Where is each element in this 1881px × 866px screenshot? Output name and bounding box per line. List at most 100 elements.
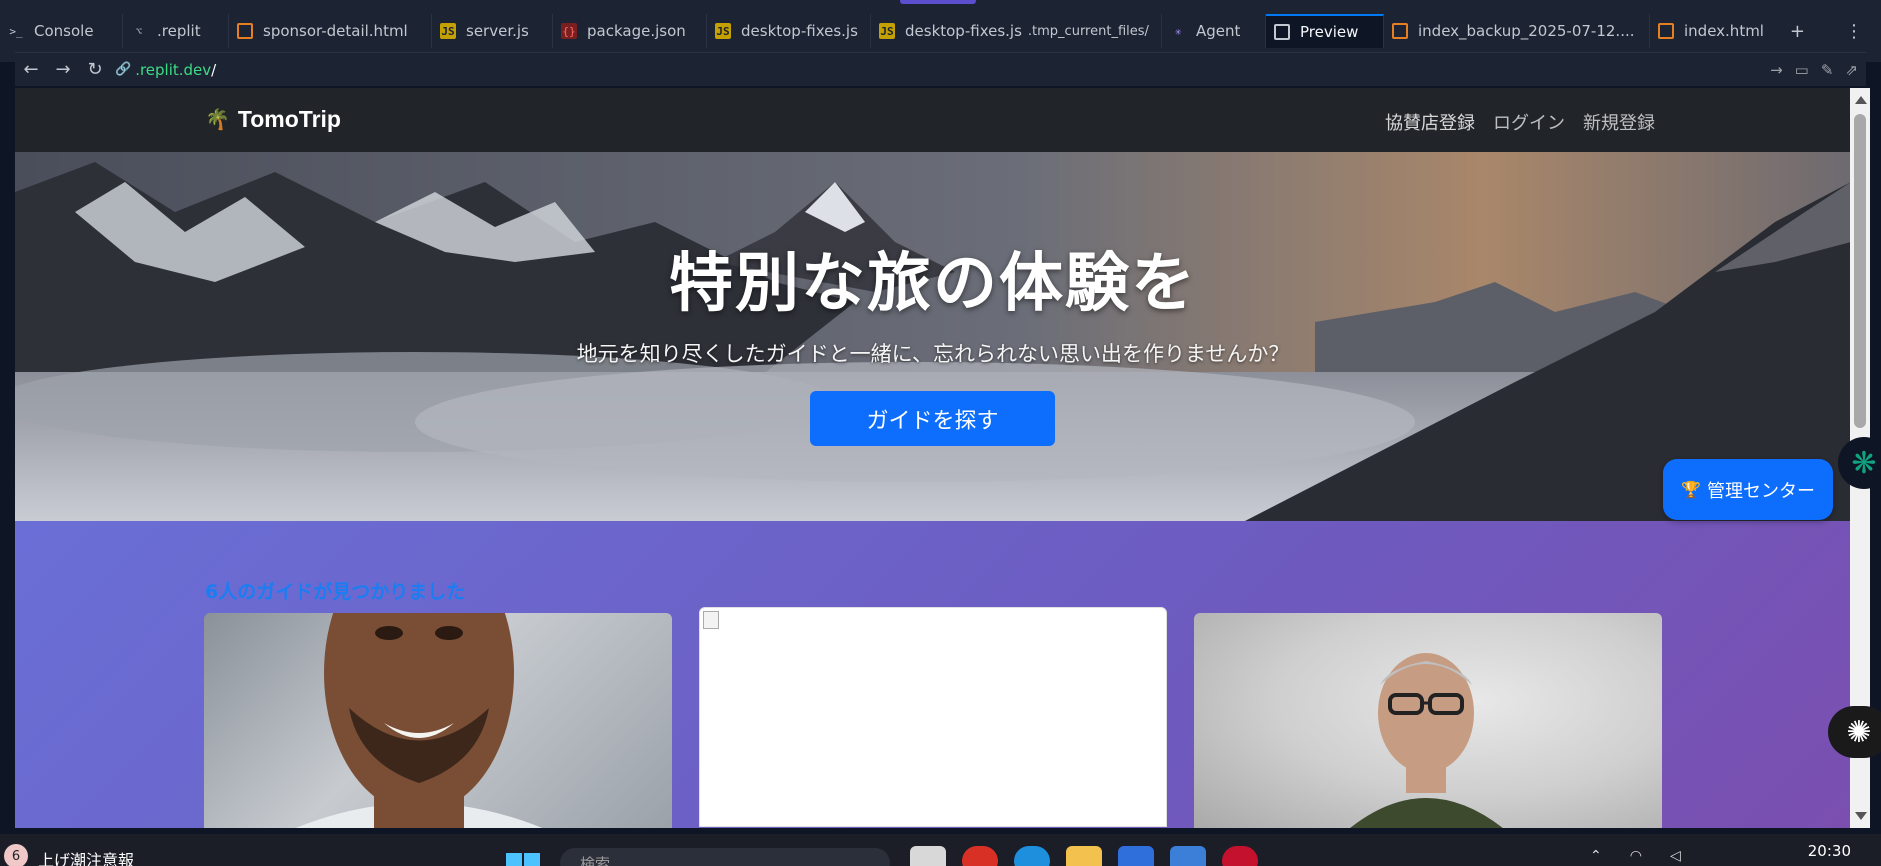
- config-icon: ⌥: [135, 24, 143, 38]
- go-arrow-icon[interactable]: →: [1770, 61, 1783, 79]
- wifi-icon[interactable]: ◠: [1630, 848, 1642, 864]
- tab-package-json[interactable]: {} package.json: [553, 14, 707, 48]
- open-external-icon[interactable]: ⇗: [1845, 61, 1858, 79]
- js-file-icon: JS: [879, 23, 895, 39]
- file-explorer-icon[interactable]: [1066, 846, 1102, 866]
- active-indicator: [900, 0, 976, 4]
- hero-section: 特別な旅の体験を 地元を知り尽くしたガイドと一緒に、忘れられない思い出を作りませ…: [15, 152, 1851, 521]
- tab-label: Console: [34, 22, 94, 40]
- reload-button[interactable]: ↻: [79, 54, 111, 86]
- tab-index-backup[interactable]: index_backup_2025-07-12....: [1384, 14, 1650, 48]
- scroll-down-arrow[interactable]: [1855, 812, 1867, 820]
- devtools-icon[interactable]: ✎: [1821, 61, 1834, 79]
- nav-link-sponsor-register[interactable]: 協賛店登録: [1385, 109, 1475, 135]
- app-icon[interactable]: [1170, 846, 1206, 866]
- trophy-icon: 🏆: [1681, 480, 1701, 499]
- html-file-icon: [237, 23, 253, 39]
- chatgpt-icon[interactable]: ❋: [1838, 437, 1881, 489]
- tab-label: package.json: [587, 22, 686, 40]
- find-guide-button[interactable]: ガイドを探す: [810, 391, 1055, 446]
- windows-start-icon[interactable]: [505, 852, 541, 866]
- broken-image-icon: [703, 611, 719, 629]
- agent-icon: ✳: [1174, 24, 1182, 38]
- os-taskbar: 6 上げ潮注意報 検索 ⌃ ◠ ◁ 20:30: [0, 834, 1881, 866]
- device-icon[interactable]: ▭: [1795, 61, 1809, 79]
- results-count-heading: 6人のガイドが見つかりました: [205, 581, 466, 603]
- tab-label: server.js: [466, 22, 529, 40]
- edge-icon[interactable]: [1014, 846, 1050, 866]
- tab-label: index_backup_2025-07-12....: [1418, 22, 1635, 40]
- tab-desktop-fixes[interactable]: JS desktop-fixes.js: [707, 14, 871, 48]
- tab-sublabel: .tmp_current_files/: [1027, 23, 1149, 39]
- taskbar-search-input[interactable]: 検索: [560, 848, 890, 866]
- console-icon: >_: [9, 24, 23, 38]
- pinterest-icon[interactable]: [1222, 846, 1258, 866]
- more-menu-button[interactable]: ⋮: [1845, 21, 1863, 42]
- taskbar-apps: [910, 846, 1258, 866]
- nav-link-signup[interactable]: 新規登録: [1583, 109, 1655, 135]
- url-field[interactable]: 🔗 .replit.dev /: [115, 61, 216, 79]
- hero-title: 特別な旅の体験を: [669, 247, 1197, 321]
- guide-card[interactable]: [204, 613, 672, 828]
- volume-icon[interactable]: ◁: [1670, 848, 1681, 864]
- guide-photo: [1350, 653, 1503, 828]
- tab-label: desktop-fixes.js: [905, 22, 1022, 40]
- hero-subtitle: 地元を知り尽くしたガイドと一緒に、忘れられない思い出を作りませんか？: [576, 342, 1290, 366]
- tab-desktop-fixes-tmp[interactable]: JS desktop-fixes.js .tmp_current_files/: [871, 14, 1162, 48]
- preview-viewport: 🌴 TomoTrip 協賛店登録 ログイン 新規登録 特別な旅の体験を 地元を知…: [15, 88, 1851, 828]
- admin-center-button[interactable]: 🏆 管理センター: [1663, 459, 1833, 520]
- site-brand[interactable]: 🌴 TomoTrip: [205, 106, 341, 133]
- tab-replit[interactable]: ⌥ .replit: [123, 14, 229, 48]
- tab-tools: + ⋮: [1790, 14, 1881, 48]
- url-tools: → ▭ ✎ ⇗: [1770, 53, 1858, 87]
- tab-console[interactable]: >_ Console: [0, 14, 123, 48]
- link-icon: 🔗: [115, 62, 132, 77]
- assistant-icon[interactable]: ✺: [1828, 706, 1881, 758]
- system-tray: ⌃ ◠ ◁: [1590, 848, 1681, 864]
- brand-name: TomoTrip: [237, 106, 341, 132]
- url-path: /: [211, 60, 217, 79]
- url-domain: .replit.dev: [135, 60, 212, 79]
- file-app-icon[interactable]: [910, 846, 946, 866]
- scroll-thumb[interactable]: [1854, 114, 1866, 428]
- tab-label: Agent: [1196, 22, 1241, 40]
- tab-label: .replit: [157, 22, 201, 40]
- guide-card[interactable]: [1194, 613, 1662, 828]
- html-file-icon: [1658, 23, 1674, 39]
- js-file-icon: JS: [715, 23, 731, 39]
- site-navbar: 🌴 TomoTrip 協賛店登録 ログイン 新規登録: [15, 88, 1851, 152]
- vscode-icon[interactable]: [1118, 846, 1154, 866]
- scroll-up-arrow[interactable]: [1855, 96, 1867, 104]
- guide-card[interactable]: [699, 607, 1167, 827]
- tab-label: Preview: [1300, 23, 1359, 41]
- chrome-icon[interactable]: [962, 846, 998, 866]
- tab-label: sponsor-detail.html: [263, 22, 408, 40]
- tab-label: index.html: [1684, 22, 1764, 40]
- site-nav-links: 協賛店登録 ログイン 新規登録: [1385, 109, 1655, 135]
- new-tab-button[interactable]: +: [1790, 21, 1805, 42]
- news-widget[interactable]: 上げ潮注意報: [38, 847, 134, 866]
- guide-photo: [295, 613, 543, 828]
- js-file-icon: JS: [440, 23, 456, 39]
- preview-icon: [1274, 24, 1290, 40]
- preview-url-bar: ← → ↻ 🔗 .replit.dev / → ▭ ✎ ⇗: [15, 52, 1866, 86]
- tab-preview[interactable]: Preview: [1266, 14, 1384, 48]
- tab-strip: >_ Console ⌥ .replit sponsor-detail.html…: [0, 14, 1784, 48]
- guide-results-section: 6人のガイドが見つかりました: [15, 521, 1851, 828]
- tab-sponsor-detail[interactable]: sponsor-detail.html: [229, 14, 432, 48]
- taskbar-clock[interactable]: 20:30: [1808, 842, 1851, 860]
- tab-label: desktop-fixes.js: [741, 22, 858, 40]
- tab-index-html[interactable]: index.html: [1650, 14, 1784, 48]
- forward-button[interactable]: →: [47, 54, 79, 86]
- chevron-up-icon[interactable]: ⌃: [1590, 848, 1602, 864]
- admin-center-label: 管理センター: [1706, 480, 1815, 502]
- json-file-icon: {}: [561, 23, 577, 39]
- palm-tree-icon: 🌴: [205, 109, 230, 131]
- tab-agent[interactable]: ✳ Agent: [1162, 14, 1266, 48]
- tab-server-js[interactable]: JS server.js: [432, 14, 553, 48]
- nav-link-login[interactable]: ログイン: [1493, 109, 1565, 135]
- back-button[interactable]: ←: [15, 54, 47, 86]
- mountain-landscape-image: [15, 152, 1851, 521]
- html-file-icon: [1392, 23, 1408, 39]
- notification-badge[interactable]: 6: [4, 844, 28, 866]
